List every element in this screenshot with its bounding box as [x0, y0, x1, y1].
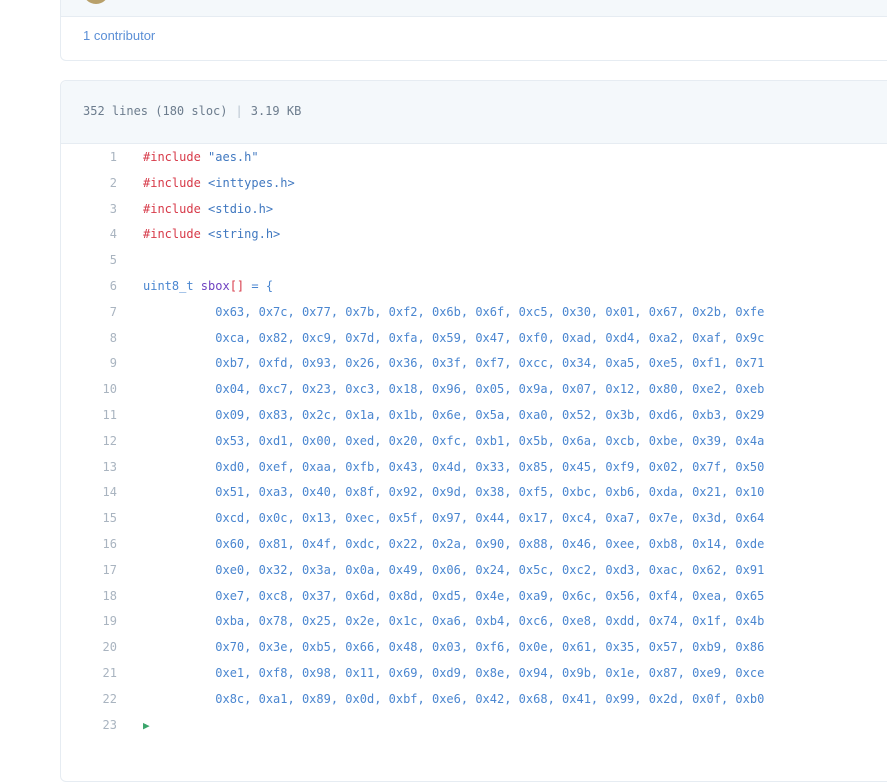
code-line: 21 0xe1, 0xf8, 0x98, 0x11, 0x69, 0xd9, 0… — [61, 661, 887, 687]
code-text: 0x8c, 0xa1, 0x89, 0x0d, 0xbf, 0xe6, 0x42… — [143, 691, 765, 706]
code-text: 0xca, 0x82, 0xc9, 0x7d, 0xfa, 0x59, 0x47… — [143, 330, 765, 345]
line-number[interactable]: 19 — [61, 609, 117, 635]
line-number[interactable]: 5 — [61, 248, 117, 274]
code-text: 0xcd, 0x0c, 0x13, 0xec, 0x5f, 0x97, 0x44… — [143, 511, 765, 526]
code-text: 0xe0, 0x32, 0x3a, 0x0a, 0x49, 0x06, 0x24… — [143, 562, 765, 577]
line-number[interactable]: 22 — [61, 687, 117, 713]
code-text: #include "aes.h" — [143, 150, 259, 164]
line-number[interactable]: 2 — [61, 171, 117, 197]
code-text: 0x63, 0x7c, 0x77, 0x7b, 0xf2, 0x6b, 0x6f… — [143, 304, 765, 319]
code-line: 2 #include <inttypes.h> — [61, 171, 887, 197]
code-line: 16 0x60, 0x81, 0x4f, 0xdc, 0x22, 0x2a, 0… — [61, 532, 887, 558]
code-line: 12 0x53, 0xd1, 0x00, 0xed, 0x20, 0xfc, 0… — [61, 429, 887, 455]
code-line: 22 0x8c, 0xa1, 0x89, 0x0d, 0xbf, 0xe6, 0… — [61, 687, 887, 713]
code-text: 0x53, 0xd1, 0x00, 0xed, 0x20, 0xfc, 0xb1… — [143, 433, 765, 448]
line-number[interactable]: 6 — [61, 274, 117, 300]
line-number[interactable]: 18 — [61, 584, 117, 610]
file-header: 352 lines (180 sloc) | 3.19 KB — [61, 81, 887, 144]
code-line: 10 0x04, 0xc7, 0x23, 0xc3, 0x18, 0x96, 0… — [61, 377, 887, 403]
fold-icon[interactable]: ▶ — [143, 713, 150, 739]
code-text: 0x60, 0x81, 0x4f, 0xdc, 0x22, 0x2a, 0x90… — [143, 536, 765, 551]
code-line: 3 #include <stdio.h> — [61, 197, 887, 223]
code-line: 15 0xcd, 0x0c, 0x13, 0xec, 0x5f, 0x97, 0… — [61, 506, 887, 532]
code-line: 11 0x09, 0x83, 0x2c, 0x1a, 0x1b, 0x6e, 0… — [61, 403, 887, 429]
contributors-link[interactable]: 1 contributor — [83, 28, 155, 43]
code-line: 9 0xb7, 0xfd, 0x93, 0x26, 0x36, 0x3f, 0x… — [61, 351, 887, 377]
line-number[interactable]: 8 — [61, 326, 117, 352]
code-listing: 1 #include "aes.h" 2 #include <inttypes.h> 3… — [61, 145, 887, 738]
file-info: 352 lines (180 sloc) | 3.19 KB — [83, 104, 301, 118]
code-text: #include <inttypes.h> — [143, 175, 295, 190]
code-line: 7 0x63, 0x7c, 0x77, 0x7b, 0xf2, 0x6b, 0x… — [61, 300, 887, 326]
code-line: 13 0xd0, 0xef, 0xaa, 0xfb, 0x43, 0x4d, 0… — [61, 455, 887, 481]
code-line: 20 0x70, 0x3e, 0xb5, 0x66, 0x48, 0x03, 0… — [61, 635, 887, 661]
line-number[interactable]: 15 — [61, 506, 117, 532]
line-number[interactable]: 20 — [61, 635, 117, 661]
code-line: 4 #include <string.h> — [61, 222, 887, 248]
contributors-panel: 1 contributor — [60, 0, 887, 61]
code-text: #include <string.h> — [143, 227, 281, 242]
code-text: 0x51, 0xa3, 0x40, 0x8f, 0x92, 0x9d, 0x38… — [143, 485, 765, 500]
divider: | — [235, 104, 243, 118]
line-number[interactable]: 17 — [61, 558, 117, 584]
line-number[interactable]: 10 — [61, 377, 117, 403]
code-text: 0xe7, 0xc8, 0x37, 0x6d, 0x8d, 0xd5, 0x4e… — [143, 588, 765, 603]
code-text: 0xd0, 0xef, 0xaa, 0xfb, 0x43, 0x4d, 0x33… — [143, 459, 765, 474]
code-text: 0xe1, 0xf8, 0x98, 0x11, 0x69, 0xd9, 0x8e… — [143, 665, 765, 680]
line-number[interactable]: 14 — [61, 480, 117, 506]
file-viewer: 352 lines (180 sloc) | 3.19 KB 1 #include "… — [60, 80, 887, 782]
code-line: 23 ▶ — [61, 713, 887, 739]
line-number[interactable]: 3 — [61, 197, 117, 223]
code-text: 0x04, 0xc7, 0x23, 0xc3, 0x18, 0x96, 0x05… — [143, 382, 765, 397]
line-count: 352 lines (180 sloc) — [83, 104, 228, 118]
file-size: 3.19 KB — [250, 104, 302, 118]
code-line: 19 0xba, 0x78, 0x25, 0x2e, 0x1c, 0xa6, 0… — [61, 609, 887, 635]
code-text: 0x09, 0x83, 0x2c, 0x1a, 0x1b, 0x6e, 0x5a… — [143, 407, 765, 422]
code-text: 0xba, 0x78, 0x25, 0x2e, 0x1c, 0xa6, 0xb4… — [143, 614, 765, 629]
line-number[interactable]: 9 — [61, 351, 117, 377]
line-number[interactable]: 11 — [61, 403, 117, 429]
code-text: uint8_t sbox[] = { — [143, 278, 274, 293]
line-number[interactable]: 23 — [61, 713, 117, 739]
code-text: 0xb7, 0xfd, 0x93, 0x26, 0x36, 0x3f, 0xf7… — [143, 356, 765, 371]
line-number[interactable]: 7 — [61, 300, 117, 326]
code-line: 1 #include "aes.h" — [61, 145, 887, 171]
code-line: 6 uint8_t sbox[] = { — [61, 274, 887, 300]
commit-bar — [61, 0, 887, 17]
line-number[interactable]: 16 — [61, 532, 117, 558]
line-number[interactable]: 4 — [61, 222, 117, 248]
code-text: #include <stdio.h> — [143, 201, 274, 216]
code-line: 14 0x51, 0xa3, 0x40, 0x8f, 0x92, 0x9d, 0… — [61, 480, 887, 506]
code-line: 5 — [61, 248, 887, 274]
line-number[interactable]: 21 — [61, 661, 117, 687]
line-number[interactable]: 12 — [61, 429, 117, 455]
code-line: 8 0xca, 0x82, 0xc9, 0x7d, 0xfa, 0x59, 0x… — [61, 326, 887, 352]
code-line: 17 0xe0, 0x32, 0x3a, 0x0a, 0x49, 0x06, 0… — [61, 558, 887, 584]
line-number[interactable]: 13 — [61, 455, 117, 481]
code-text: 0x70, 0x3e, 0xb5, 0x66, 0x48, 0x03, 0xf6… — [143, 640, 765, 655]
line-number[interactable]: 1 — [61, 145, 117, 171]
code-line: 18 0xe7, 0xc8, 0x37, 0x6d, 0x8d, 0xd5, 0… — [61, 584, 887, 610]
